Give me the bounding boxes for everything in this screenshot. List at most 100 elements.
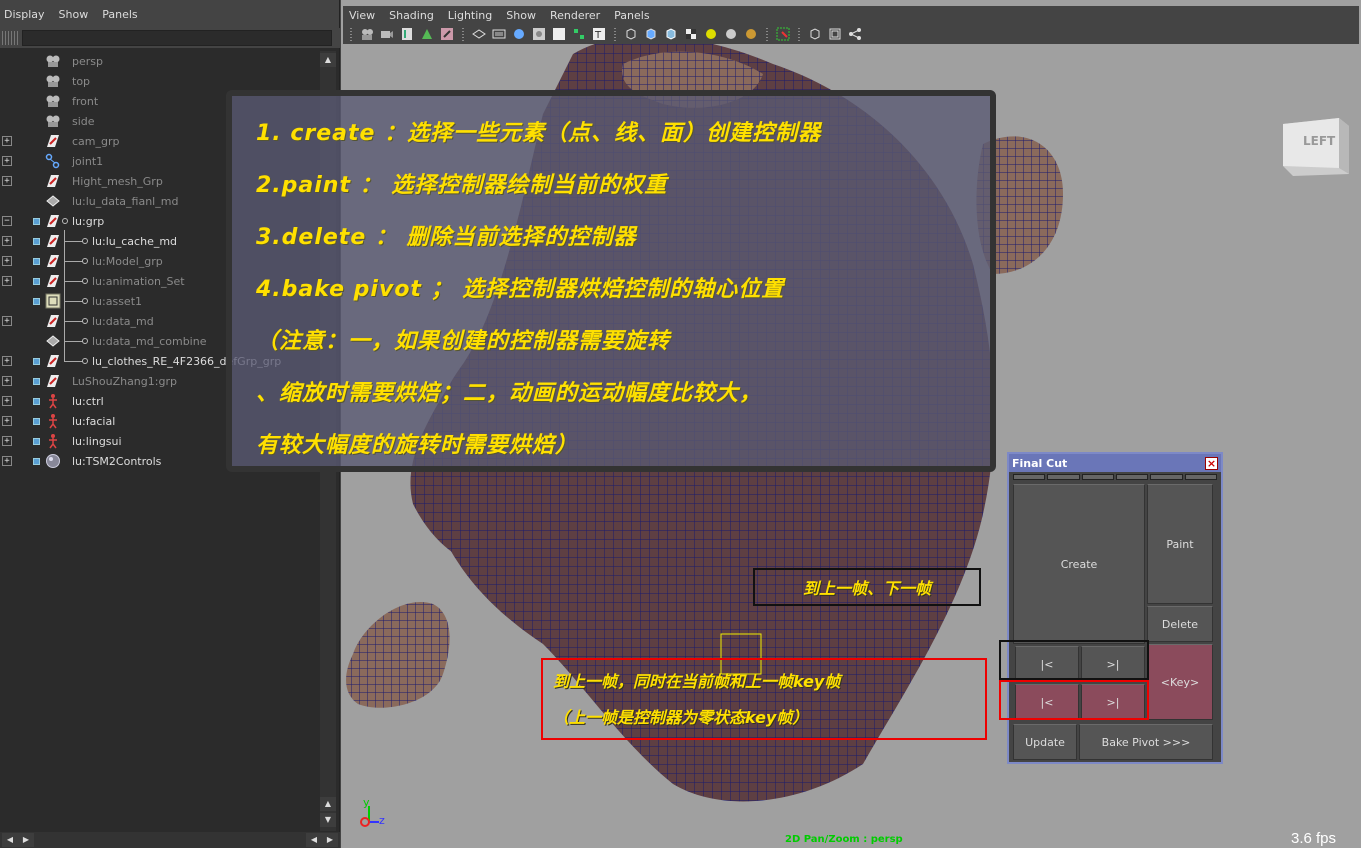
tab-handle[interactable] (1184, 474, 1217, 480)
gate-mask-icon[interactable] (531, 26, 547, 42)
menu-lighting[interactable]: Lighting (448, 9, 492, 22)
reference-icon (33, 377, 40, 385)
key-button[interactable]: <Key> (1147, 644, 1213, 720)
outliner-item[interactable]: top (0, 71, 320, 91)
menu-show[interactable]: Show (59, 8, 89, 21)
tree-branch (64, 321, 84, 322)
group-icon (45, 213, 61, 229)
scroll-left-icon[interactable]: ◀ (306, 833, 322, 847)
sphere-icon (45, 453, 61, 469)
callout-line: 到上一帧，同时在当前帧和上一帧key帧 (553, 672, 841, 691)
tab-handle[interactable] (1150, 474, 1183, 480)
svg-text:T: T (594, 30, 602, 41)
update-button[interactable]: Update (1013, 724, 1077, 760)
reference-icon (33, 397, 40, 405)
wireframe-on-shaded-icon[interactable] (663, 26, 679, 42)
outliner-item[interactable]: persp (0, 51, 320, 71)
highlight-frame-buttons (999, 640, 1149, 680)
resolution-gate-icon[interactable] (511, 26, 527, 42)
final-cut-titlebar[interactable]: Final Cut × (1009, 454, 1221, 472)
outliner-item-label: lu:facial (72, 414, 116, 428)
tab-handle[interactable] (1013, 474, 1046, 480)
scroll-left-icon[interactable]: ◀ (2, 833, 18, 847)
2d-pan-zoom-icon[interactable] (439, 26, 455, 42)
safe-title-icon[interactable]: T (591, 26, 607, 42)
menu-display[interactable]: Display (4, 8, 45, 21)
menu-panels[interactable]: Panels (614, 9, 649, 22)
isolate-select-icon[interactable] (775, 26, 791, 42)
axis-indicator (360, 806, 379, 827)
callout-prev-key-frame: 到上一帧，同时在当前帧和上一帧key帧 （上一帧是控制器为零状态key帧） (541, 658, 987, 740)
expand-icon[interactable]: + (2, 436, 12, 446)
scroll-right-icon[interactable]: ▶ (322, 833, 338, 847)
menu-view[interactable]: View (349, 9, 375, 22)
expand-icon[interactable]: + (2, 396, 12, 406)
toolbar-separator (766, 27, 768, 41)
expand-icon[interactable]: + (2, 376, 12, 386)
toolbar-separator (798, 27, 800, 41)
camera-icon (45, 53, 61, 69)
safe-action-icon[interactable] (571, 26, 587, 42)
tab-handle[interactable] (1115, 474, 1149, 480)
expand-icon[interactable]: + (2, 456, 12, 466)
shadows-icon[interactable] (743, 26, 759, 42)
scroll-up-icon[interactable]: ▲ (320, 53, 336, 67)
expand-icon[interactable]: + (2, 176, 12, 186)
wireframe-icon[interactable] (623, 26, 639, 42)
tree-node (82, 278, 88, 284)
bake-pivot-button[interactable]: Bake Pivot >>> (1079, 724, 1213, 760)
tab-handle[interactable] (1081, 474, 1114, 480)
expand-icon[interactable]: − (2, 216, 12, 226)
outliner-hscrollbar[interactable]: ◀ ▶ ◀ ▶ (0, 832, 340, 848)
film-gate-icon[interactable] (491, 26, 507, 42)
expand-icon[interactable]: + (2, 156, 12, 166)
grip-icon[interactable] (2, 31, 18, 45)
expand-icon[interactable]: + (2, 236, 12, 246)
menu-panels[interactable]: Panels (102, 8, 137, 21)
expand-icon[interactable]: + (2, 136, 12, 146)
expand-icon[interactable]: + (2, 276, 12, 286)
tree-node (82, 238, 88, 244)
menu-show[interactable]: Show (506, 9, 536, 22)
bookmark-icon[interactable] (399, 26, 415, 42)
outliner-item-label: LuShouZhang1:grp (72, 374, 177, 388)
paint-button[interactable]: Paint (1147, 484, 1213, 604)
textured-icon[interactable] (683, 26, 699, 42)
field-chart-icon[interactable] (551, 26, 567, 42)
camera-select-icon[interactable] (359, 26, 375, 42)
grid-icon[interactable] (471, 26, 487, 42)
tree-branch (64, 241, 84, 242)
create-button[interactable]: Create (1013, 484, 1145, 644)
camera-attributes-icon[interactable] (379, 26, 395, 42)
group-icon (45, 313, 61, 329)
delete-button[interactable]: Delete (1147, 606, 1213, 642)
outliner-item-label: lu:asset1 (92, 294, 143, 308)
expand-icon[interactable]: + (2, 416, 12, 426)
image-plane-icon[interactable] (419, 26, 435, 42)
reference-icon (33, 297, 40, 305)
tree-branch (64, 261, 84, 262)
smooth-shade-icon[interactable] (643, 26, 659, 42)
default-light-icon[interactable] (723, 26, 739, 42)
menu-renderer[interactable]: Renderer (550, 9, 600, 22)
tree-node (82, 298, 88, 304)
tree-node (82, 358, 88, 364)
expand-icon[interactable]: + (2, 316, 12, 326)
outliner-filter-input[interactable] (22, 30, 332, 46)
group-icon (45, 373, 61, 389)
outliner-item-label: side (72, 114, 95, 128)
tab-handle[interactable] (1047, 474, 1080, 480)
final-cut-tab-strip[interactable] (1013, 474, 1217, 480)
lighting-icon[interactable] (703, 26, 719, 42)
menu-shading[interactable]: Shading (389, 9, 434, 22)
scroll-up-icon[interactable]: ▲ (320, 797, 336, 811)
scroll-right-icon[interactable]: ▶ (18, 833, 34, 847)
xray-joints-icon[interactable] (827, 26, 843, 42)
expand-icon[interactable]: + (2, 356, 12, 366)
scroll-down-icon[interactable]: ▼ (320, 813, 336, 827)
xray-icon[interactable] (807, 26, 823, 42)
share-icon[interactable] (847, 26, 863, 42)
expand-icon[interactable]: + (2, 256, 12, 266)
view-cube[interactable]: LEFT (1279, 114, 1359, 181)
close-icon[interactable]: × (1205, 456, 1218, 470)
